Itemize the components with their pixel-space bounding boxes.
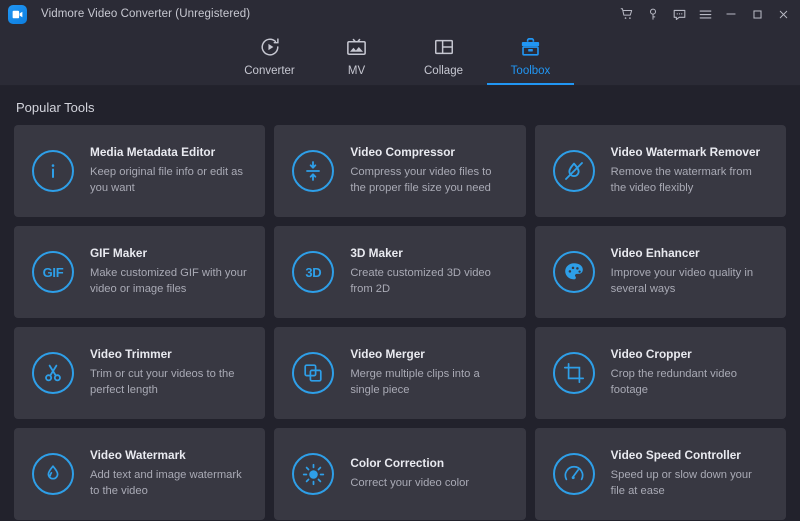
tool-card-video-trimmer[interactable]: Video Trimmer Trim or cut your videos to… [14, 327, 265, 419]
gif-icon-label: GIF [43, 265, 64, 280]
tool-card-title: Video Speed Controller [611, 448, 768, 462]
scissors-icon [32, 352, 74, 394]
menu-icon[interactable] [692, 1, 718, 27]
tool-card-title: Video Cropper [611, 347, 768, 361]
tool-card-text: Video Merger Merge multiple clips into a… [350, 347, 511, 399]
title-bar: Vidmore Video Converter (Unregistered) [0, 0, 800, 28]
mv-icon [345, 34, 368, 60]
tool-card-media-metadata-editor[interactable]: Media Metadata Editor Keep original file… [14, 125, 265, 217]
content-area: Popular Tools Media Metadata Editor Keep… [0, 86, 800, 520]
tool-card-desc: Remove the watermark from the video flex… [611, 165, 768, 197]
chat-icon[interactable] [666, 1, 692, 27]
main-nav: Converter MV Collage [0, 28, 800, 86]
tab-collage-label: Collage [424, 65, 463, 77]
tool-card-color-correction[interactable]: Color Correction Correct your video colo… [274, 428, 525, 520]
gif-icon: GIF [32, 251, 74, 293]
tool-card-title: 3D Maker [350, 246, 507, 260]
tool-card-title: Video Trimmer [90, 347, 247, 361]
tool-card-text: Video Watermark Remover Remove the water… [611, 145, 772, 197]
tool-card-desc: Improve your video quality in several wa… [611, 266, 768, 298]
tool-card-text: 3D Maker Create customized 3D video from… [350, 246, 511, 298]
converter-icon [259, 34, 281, 60]
3d-icon-label: 3D [305, 265, 321, 280]
tool-card-desc: Add text and image watermark to the vide… [90, 468, 247, 500]
palette-icon [553, 251, 595, 293]
tool-card-video-merger[interactable]: Video Merger Merge multiple clips into a… [274, 327, 525, 419]
maximize-icon[interactable] [744, 1, 770, 27]
tool-card-desc: Merge multiple clips into a single piece [350, 367, 507, 399]
page-title: Popular Tools [14, 86, 786, 125]
app-logo-icon [8, 5, 27, 24]
speedometer-icon [553, 453, 595, 495]
minimize-icon[interactable] [718, 1, 744, 27]
tool-card-title: Video Watermark [90, 448, 247, 462]
tool-card-video-enhancer[interactable]: Video Enhancer Improve your video qualit… [535, 226, 786, 318]
tool-card-text: Video Enhancer Improve your video qualit… [611, 246, 772, 298]
tool-card-video-cropper[interactable]: Video Cropper Crop the redundant video f… [535, 327, 786, 419]
tool-card-video-watermark-remover[interactable]: Video Watermark Remover Remove the water… [535, 125, 786, 217]
tab-toolbox[interactable]: Toolbox [487, 29, 574, 85]
tool-card-title: Video Enhancer [611, 246, 768, 260]
tab-toolbox-label: Toolbox [511, 65, 551, 77]
key-icon[interactable] [640, 1, 666, 27]
tool-card-desc: Correct your video color [350, 476, 469, 492]
droplet-icon [32, 453, 74, 495]
watermark-remove-icon [553, 150, 595, 192]
tool-card-desc: Keep original file info or edit as you w… [90, 165, 247, 197]
tool-card-title: Color Correction [350, 456, 469, 470]
crop-icon [553, 352, 595, 394]
tab-mv-label: MV [348, 65, 365, 77]
3d-icon: 3D [292, 251, 334, 293]
tool-card-video-compressor[interactable]: Video Compressor Compress your video fil… [274, 125, 525, 217]
tool-card-text: GIF Maker Make customized GIF with your … [90, 246, 251, 298]
tool-card-text: Color Correction Correct your video colo… [350, 456, 473, 492]
tool-card-video-watermark[interactable]: Video Watermark Add text and image water… [14, 428, 265, 520]
tool-card-text: Video Speed Controller Speed up or slow … [611, 448, 772, 500]
tool-card-title: Video Watermark Remover [611, 145, 768, 159]
tool-card-title: GIF Maker [90, 246, 247, 260]
tool-card-desc: Trim or cut your videos to the perfect l… [90, 367, 247, 399]
tool-card-title: Video Merger [350, 347, 507, 361]
tool-card-title: Media Metadata Editor [90, 145, 247, 159]
close-icon[interactable] [770, 1, 796, 27]
tool-card-desc: Compress your video files to the proper … [350, 165, 507, 197]
tool-card-title: Video Compressor [350, 145, 507, 159]
app-title: Vidmore Video Converter (Unregistered) [41, 8, 250, 20]
tab-collage[interactable]: Collage [400, 29, 487, 85]
tools-grid: Media Metadata Editor Keep original file… [14, 125, 786, 520]
tool-card-3d-maker[interactable]: 3D 3D Maker Create customized 3D video f… [274, 226, 525, 318]
tool-card-text: Media Metadata Editor Keep original file… [90, 145, 251, 197]
cart-icon[interactable] [614, 1, 640, 27]
tool-card-text: Video Compressor Compress your video fil… [350, 145, 511, 197]
tab-converter-label: Converter [244, 65, 295, 77]
tool-card-desc: Crop the redundant video footage [611, 367, 768, 399]
compress-icon [292, 150, 334, 192]
tool-card-text: Video Watermark Add text and image water… [90, 448, 251, 500]
tool-card-text: Video Cropper Crop the redundant video f… [611, 347, 772, 399]
tool-card-desc: Create customized 3D video from 2D [350, 266, 507, 298]
toolbox-icon [519, 34, 542, 60]
merge-icon [292, 352, 334, 394]
tool-card-video-speed-controller[interactable]: Video Speed Controller Speed up or slow … [535, 428, 786, 520]
tool-card-desc: Speed up or slow down your file at ease [611, 468, 768, 500]
info-icon [32, 150, 74, 192]
tab-converter[interactable]: Converter [226, 29, 313, 85]
tool-card-desc: Make customized GIF with your video or i… [90, 266, 247, 298]
collage-icon [433, 34, 455, 60]
tab-mv[interactable]: MV [313, 29, 400, 85]
tool-card-text: Video Trimmer Trim or cut your videos to… [90, 347, 251, 399]
tool-card-gif-maker[interactable]: GIF GIF Maker Make customized GIF with y… [14, 226, 265, 318]
brightness-icon [292, 453, 334, 495]
